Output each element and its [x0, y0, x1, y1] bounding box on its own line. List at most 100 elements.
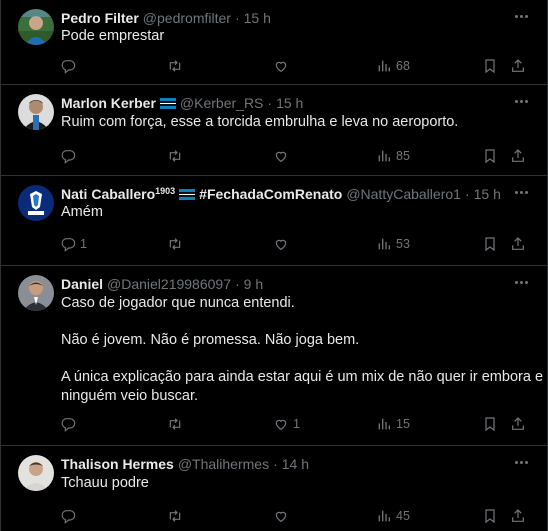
views-button[interactable]: 68	[376, 54, 410, 78]
tweet-header: Pedro Filter @pedromfilter · 15 h	[61, 9, 271, 27]
bookmark-button[interactable]	[482, 144, 498, 168]
tweet-card[interactable]: Nati Caballero1903 #FechadaComRenato @Na…	[1, 176, 547, 266]
retweet-button[interactable]	[167, 504, 187, 528]
retweet-icon	[169, 510, 181, 522]
tweet-header: Marlon Kerber @Kerber_RS · 15 h	[61, 94, 303, 112]
bookmark-button[interactable]	[482, 54, 498, 78]
timestamp[interactable]: 14 h	[282, 456, 309, 472]
reply-button[interactable]	[60, 504, 80, 528]
avatar[interactable]	[18, 9, 54, 45]
share-button[interactable]	[510, 232, 526, 256]
more-icon[interactable]	[511, 454, 531, 470]
reply-icon	[61, 238, 76, 252]
reply-button[interactable]	[60, 54, 80, 78]
retweet-button[interactable]	[167, 412, 187, 436]
share-button[interactable]	[510, 504, 526, 528]
author-handle[interactable]: @Daniel219986097	[107, 276, 231, 292]
author-name[interactable]: Marlon Kerber	[61, 95, 156, 111]
timestamp[interactable]: 9 h	[244, 276, 263, 292]
author-handle[interactable]: @Thalihermes	[178, 456, 269, 472]
tweet-actions: 1 53	[56, 232, 534, 256]
tweet-card[interactable]: Daniel @Daniel219986097 · 9 h Caso de jo…	[1, 266, 547, 446]
dot-separator: ·	[267, 95, 273, 111]
like-icon	[275, 419, 287, 431]
dot-separator: ·	[464, 186, 470, 202]
avatar[interactable]	[18, 455, 54, 491]
share-button[interactable]	[510, 144, 526, 168]
reply-icon	[61, 60, 76, 74]
author-handle[interactable]: @NattyCaballero1	[346, 186, 461, 202]
more-icon[interactable]	[511, 8, 531, 24]
share-icon	[512, 417, 524, 430]
reply-icon	[61, 150, 76, 164]
share-button[interactable]	[510, 54, 526, 78]
views-button[interactable]: 45	[376, 504, 410, 528]
gremio-flag-icon	[179, 188, 196, 200]
tweet-text-line: Caso de jogador que nunca entendi.	[61, 295, 295, 311]
dot-separator: ·	[235, 276, 240, 292]
views-icon	[378, 510, 390, 522]
reply-button[interactable]	[60, 144, 80, 168]
author-name[interactable]: Nati Caballero1903	[61, 186, 175, 202]
like-icon	[275, 511, 287, 523]
tweet-actions: 68	[56, 54, 534, 78]
more-icon[interactable]	[511, 184, 531, 200]
views-icon	[378, 238, 390, 250]
like-button[interactable]	[273, 232, 293, 256]
views-count: 85	[396, 149, 410, 163]
tweet-text-line: Pode emprestar	[61, 28, 165, 44]
views-count: 45	[396, 509, 410, 523]
reply-button[interactable]	[60, 412, 80, 436]
views-count: 53	[396, 237, 410, 251]
views-button[interactable]: 15	[376, 412, 410, 436]
reply-button[interactable]: 1	[60, 232, 87, 256]
bookmark-icon	[485, 237, 495, 252]
author-name-superscript: 1903	[155, 186, 176, 196]
share-icon	[512, 237, 524, 250]
bookmark-icon	[485, 509, 495, 524]
retweet-icon	[169, 60, 181, 72]
bookmark-button[interactable]	[482, 232, 498, 256]
bookmark-button[interactable]	[482, 504, 498, 528]
like-button[interactable]	[273, 144, 293, 168]
share-icon	[512, 59, 524, 72]
dot-separator: ·	[273, 456, 278, 472]
avatar[interactable]	[18, 94, 54, 130]
tweet-actions: 85	[56, 144, 534, 168]
author-name[interactable]: Thalison Hermes	[61, 456, 174, 472]
like-button[interactable]: 1	[273, 412, 300, 436]
author-name-text: Nati Caballero	[61, 186, 156, 202]
avatar[interactable]	[18, 275, 54, 311]
share-button[interactable]	[510, 412, 526, 436]
author-name[interactable]: Pedro Filter	[61, 10, 139, 26]
more-icon[interactable]	[511, 93, 531, 109]
timestamp[interactable]: 15 h	[244, 10, 271, 26]
tweet-card[interactable]: Pedro Filter @pedromfilter · 15 h Pode e…	[1, 0, 547, 85]
dot-separator: ·	[234, 10, 240, 26]
timestamp[interactable]: 15 h	[474, 186, 501, 202]
views-button[interactable]: 85	[376, 144, 410, 168]
avatar[interactable]	[18, 185, 54, 221]
retweet-button[interactable]	[167, 144, 187, 168]
retweet-button[interactable]	[167, 54, 187, 78]
more-icon[interactable]	[511, 274, 531, 290]
tweet-actions: 1 15	[56, 412, 534, 436]
like-button[interactable]	[273, 504, 293, 528]
share-icon	[512, 509, 524, 522]
tweet-card[interactable]: Marlon Kerber @Kerber_RS · 15 h Ruim com…	[1, 85, 547, 176]
views-button[interactable]: 53	[376, 232, 410, 256]
retweet-button[interactable]	[167, 232, 187, 256]
timestamp[interactable]: 15 h	[276, 95, 303, 111]
bookmark-icon	[485, 149, 495, 164]
tweet-text: Tchauu podre	[61, 474, 149, 492]
tweet-text-line: Amém	[61, 204, 103, 220]
author-handle[interactable]: @Kerber_RS	[180, 95, 263, 111]
like-button[interactable]	[273, 54, 293, 78]
tweet-card[interactable]: Thalison Hermes @Thalihermes · 14 h Tcha…	[1, 446, 547, 531]
views-icon	[378, 150, 390, 162]
share-icon	[512, 149, 524, 162]
author-handle[interactable]: @pedromfilter	[143, 10, 231, 26]
bookmark-button[interactable]	[482, 412, 498, 436]
author-name[interactable]: Daniel	[61, 276, 103, 292]
views-count: 68	[396, 59, 410, 73]
